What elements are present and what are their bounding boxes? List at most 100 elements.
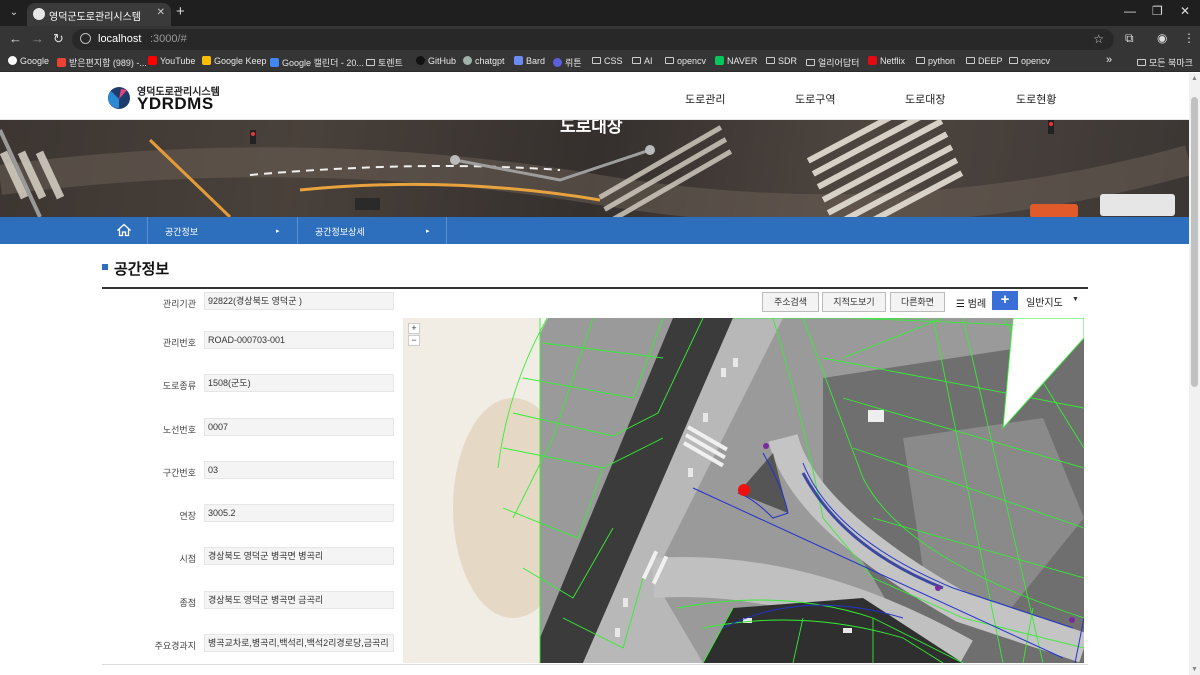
new-tab-icon[interactable]: + [176, 3, 185, 20]
bookmark-wrtn[interactable]: 뤼튼 [553, 56, 582, 69]
scroll-down-icon[interactable]: ▼ [1191, 666, 1198, 673]
info-value: 경상북도 영덕군 병곡면 병곡리 [204, 547, 394, 565]
bookmark-folder-css[interactable]: CSS [592, 56, 623, 66]
scrollbar-thumb[interactable] [1191, 97, 1198, 387]
info-row-management-number: 관리번호 ROAD-000703-001 [102, 328, 402, 371]
tab-close-icon[interactable]: ✕ [157, 7, 165, 18]
url-path: :3000/# [150, 33, 187, 45]
hero-title: 도로대장 [560, 120, 623, 136]
reload-icon[interactable]: ↻ [53, 31, 64, 47]
site-info-icon[interactable] [80, 33, 91, 44]
info-label: 노선번호 [162, 425, 196, 435]
address-search-button[interactable]: 주소검색 [762, 292, 819, 312]
profile-avatar-icon[interactable]: ◉ [1157, 31, 1167, 45]
breadcrumb: 공간정보 ▸ 공간정보상세 ▸ [0, 217, 1189, 244]
page-scrollbar[interactable]: ▲ ▼ [1189, 73, 1200, 675]
info-label: 시점 [179, 554, 196, 564]
nav-road-management[interactable]: 도로관리 [685, 91, 725, 107]
road-info-panel: 관리기관 92822(경상북도 영덕군 ) 관리번호 ROAD-000703-0… [102, 289, 402, 665]
info-value: 92822(경상북도 영덕군 ) [204, 292, 394, 310]
info-row-start-point: 시점 경상북도 영덕군 병곡면 병곡리 [102, 544, 402, 587]
bookmark-gmail[interactable]: 받은편지함 (989) -... [57, 56, 147, 69]
info-value: 1508(군도) [204, 374, 394, 392]
address-bar[interactable]: localhost :3000/# ☆ [72, 29, 1114, 50]
all-bookmarks-folder[interactable]: 모든 북마크 [1137, 56, 1193, 69]
restore-icon[interactable]: ❐ [1152, 4, 1163, 18]
legend-button[interactable]: ☰ 범례 [956, 295, 986, 310]
ydrdms-logo-icon[interactable] [107, 86, 131, 110]
bookmark-google-calendar[interactable]: Google 캘린더 - 20... [270, 56, 364, 69]
zoom-in-button[interactable]: + [408, 323, 420, 334]
bookmark-naver[interactable]: NAVER [715, 56, 757, 66]
breadcrumb-spatial-info[interactable]: 공간정보 [165, 225, 198, 238]
logo-english-text[interactable]: YDRDMS [137, 94, 214, 114]
bookmark-folder-deep[interactable]: DEEP [966, 56, 1003, 66]
browser-toolbar: ← → ↻ localhost :3000/# ☆ ⧉ ◉ ⋮ [0, 26, 1200, 53]
zoom-out-button[interactable]: − [408, 335, 420, 346]
page-title: 공간정보 [114, 261, 170, 278]
info-row-end-point: 종점 경상북도 영덕군 병곡면 금곡리 [102, 588, 402, 631]
info-value: 병곡교차로,병곡리,백석리,백석2리경로당,금곡리 [204, 634, 394, 652]
info-label: 종점 [179, 598, 196, 608]
bookmark-google[interactable]: Google [8, 56, 49, 66]
add-layer-button[interactable]: + [992, 291, 1018, 310]
cadastral-view-button[interactable]: 지적도보기 [822, 292, 886, 312]
list-icon: ☰ [956, 299, 968, 310]
bookmark-chatgpt[interactable]: chatgpt [463, 56, 505, 66]
info-label: 구간번호 [162, 468, 196, 478]
section-bullet-icon [102, 264, 108, 270]
breadcrumb-divider [147, 217, 148, 244]
info-value: 03 [204, 461, 394, 479]
tab-search-icon[interactable]: ⌄ [5, 5, 23, 21]
breadcrumb-spatial-info-detail[interactable]: 공간정보상세 [315, 225, 365, 238]
bookmark-bard[interactable]: Bard [514, 56, 545, 66]
scroll-up-icon[interactable]: ▲ [1191, 75, 1198, 82]
forward-icon[interactable]: → [31, 31, 44, 46]
bookmark-folder-opencv-2[interactable]: opencv [1009, 56, 1050, 66]
close-window-icon[interactable]: ✕ [1180, 4, 1190, 18]
bookmark-github[interactable]: GitHub [416, 56, 456, 66]
bookmarks-overflow-icon[interactable]: » [1106, 54, 1112, 66]
site-header: 영덕도로관리시스템 YDRDMS 도로관리 도로구역 도로대장 도로현황 [0, 73, 1189, 120]
chevron-down-icon[interactable]: ▸ [426, 227, 430, 235]
chevron-down-icon[interactable]: ▼ [1072, 296, 1079, 303]
bookmark-star-icon[interactable]: ☆ [1093, 32, 1104, 46]
bookmark-folder-ai[interactable]: AI [632, 56, 653, 66]
map-canvas[interactable]: + − [403, 318, 1084, 663]
bookmark-google-keep[interactable]: Google Keep [202, 56, 267, 66]
extensions-icon[interactable]: ⧉ [1125, 31, 1134, 46]
tab-title: 영덕군도로관리시스템 [49, 12, 141, 23]
bookmark-folder-opencv[interactable]: opencv [665, 56, 706, 66]
bookmark-folder-python[interactable]: python [916, 56, 955, 66]
bookmarks-bar: Google 받은편지함 (989) -... YouTube Google K… [0, 53, 1200, 72]
browser-tab[interactable]: 영덕군도로관리시스템 ✕ [27, 3, 171, 26]
hero-banner: 도로대장 [0, 120, 1189, 217]
page-viewport: 영덕도로관리시스템 YDRDMS 도로관리 도로구역 도로대장 도로현황 도로대… [0, 73, 1189, 675]
info-row-length: 연장 3005.2 [102, 501, 402, 544]
nav-road-zone[interactable]: 도로구역 [795, 91, 835, 107]
home-icon[interactable] [117, 223, 131, 237]
breadcrumb-divider [446, 217, 447, 244]
minimize-icon[interactable]: — [1124, 4, 1136, 18]
browser-tabstrip: ⌄ 영덕군도로관리시스템 ✕ + — ❐ ✕ [0, 0, 1200, 26]
bookmark-youtube[interactable]: YouTube [148, 56, 195, 66]
other-screen-button[interactable]: 다른화면 [890, 292, 945, 312]
nav-road-register[interactable]: 도로대장 [905, 91, 945, 107]
back-icon[interactable]: ← [9, 31, 22, 46]
chevron-down-icon[interactable]: ▸ [276, 227, 280, 235]
map-type-select[interactable]: 일반지도 [1026, 294, 1063, 309]
info-row-route-number: 노선번호 0007 [102, 415, 402, 458]
info-label: 연장 [179, 511, 196, 521]
info-value: ROAD-000703-001 [204, 331, 394, 349]
info-label: 관리번호 [162, 338, 196, 348]
bookmark-folder-torrent[interactable]: 토렌트 [366, 56, 403, 69]
nav-road-status[interactable]: 도로현황 [1016, 91, 1056, 107]
browser-menu-icon[interactable]: ⋮ [1183, 31, 1195, 45]
bookmark-netflix[interactable]: Netflix [868, 56, 905, 66]
info-value: 3005.2 [204, 504, 394, 522]
info-row-via-points: 주요경과지 병곡교차로,병곡리,백석리,백석2리경로당,금곡리 [102, 631, 402, 674]
info-value: 경상북도 영덕군 병곡면 금곡리 [204, 591, 394, 609]
bookmark-folder-sdr[interactable]: SDR [766, 56, 797, 66]
bookmark-folder-early-adopter[interactable]: 얼리어답터 [806, 56, 859, 69]
info-label: 관리기관 [162, 299, 196, 309]
